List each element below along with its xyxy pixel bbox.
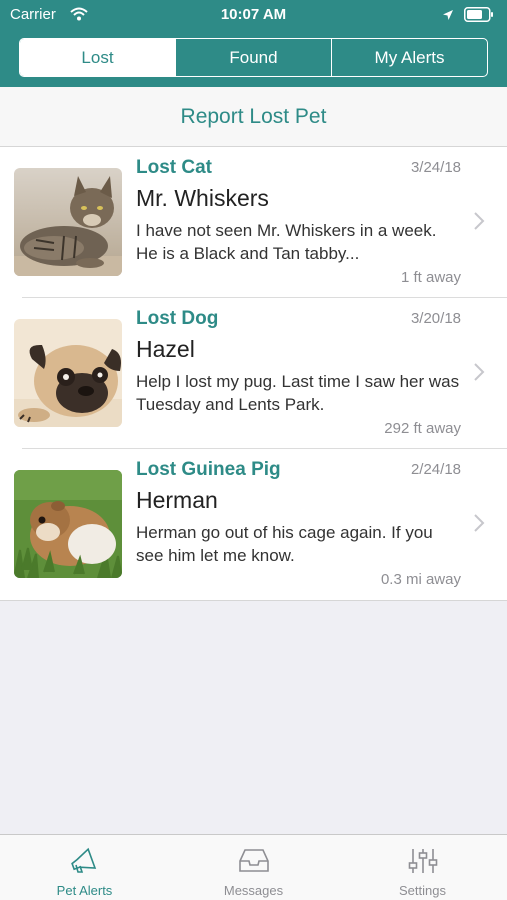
inbox-tray-icon [238, 847, 270, 878]
segment-found[interactable]: Found [175, 39, 331, 76]
location-arrow-icon [442, 8, 454, 26]
battery-icon [464, 7, 494, 27]
guinea-pig-photo [14, 470, 122, 578]
nav-bar: Lost Found My Alerts [0, 30, 507, 87]
status-bar: Carrier 10:07 AM [0, 0, 507, 30]
pet-name: Hazel [136, 336, 195, 362]
tab-label: Pet Alerts [56, 883, 113, 898]
clock: 10:07 AM [220, 6, 287, 23]
tab-label: Settings [399, 883, 446, 898]
tabby-cat-photo [14, 168, 122, 276]
segment-my-alerts[interactable]: My Alerts [331, 39, 487, 76]
pet-name: Mr. Whiskers [136, 185, 269, 211]
chevron-right-icon [473, 513, 485, 538]
alert-date: 3/20/18 [410, 310, 461, 327]
alert-row-lost-cat[interactable]: Lost Cat 3/24/18 Mr. Whiskers I have not… [0, 147, 507, 298]
alert-type: Lost Dog [136, 308, 219, 329]
sliders-icon [408, 847, 438, 880]
report-lost-pet-button[interactable]: Report Lost Pet [0, 87, 507, 147]
tab-pet-alerts[interactable]: Pet Alerts [0, 835, 169, 900]
alert-type-segmented-control: Lost Found My Alerts [19, 38, 488, 77]
alert-description: Herman go out of his cage again. If you … [136, 523, 433, 565]
alert-distance: 0.3 mi away [380, 571, 461, 588]
tab-messages[interactable]: Messages [169, 835, 338, 900]
chevron-right-icon [473, 362, 485, 387]
megaphone-icon [70, 847, 100, 878]
tab-bar: Pet Alerts Messages Settings [0, 834, 507, 900]
alert-date: 2/24/18 [410, 461, 461, 478]
alert-row-lost-guinea-pig[interactable]: Lost Guinea Pig 2/24/18 Herman Herman go… [0, 449, 507, 600]
alert-distance: 1 ft away [400, 269, 461, 286]
alert-list: Lost Cat 3/24/18 Mr. Whiskers I have not… [0, 147, 507, 601]
alert-date: 3/24/18 [410, 159, 461, 176]
alert-description: Help I lost my pug. Last time I saw her … [136, 372, 460, 414]
alert-distance: 292 ft away [384, 420, 461, 437]
alert-row-lost-dog[interactable]: Lost Dog 3/20/18 Hazel Help I lost my pu… [0, 298, 507, 449]
alert-type: Lost Guinea Pig [136, 459, 281, 480]
tab-settings[interactable]: Settings [338, 835, 507, 900]
alert-type: Lost Cat [136, 157, 212, 178]
segment-lost[interactable]: Lost [20, 39, 175, 76]
chevron-right-icon [473, 211, 485, 236]
tab-label: Messages [223, 883, 284, 898]
alert-description: I have not seen Mr. Whiskers in a week. … [136, 221, 437, 263]
pet-name: Herman [136, 487, 218, 513]
pug-photo [14, 319, 122, 427]
